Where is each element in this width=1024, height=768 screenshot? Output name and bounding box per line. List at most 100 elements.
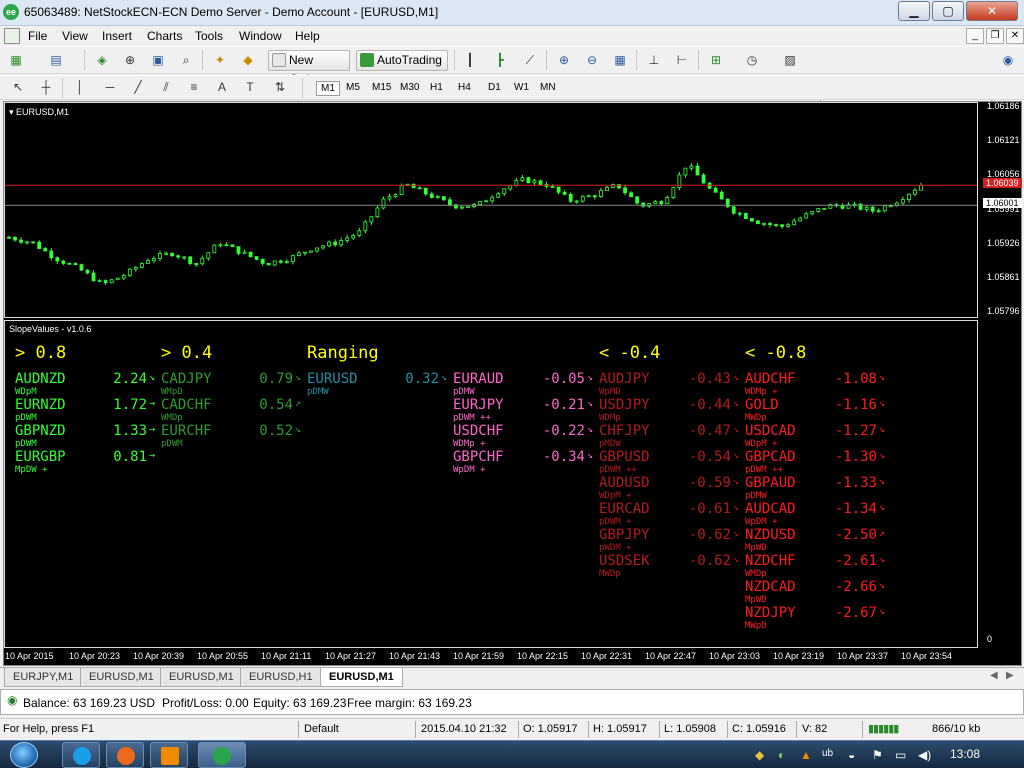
toolbar-separator: [302, 78, 303, 98]
tab-eurusd-m1-active[interactable]: EURUSD,M1: [320, 668, 403, 687]
candle-body: [756, 220, 760, 225]
equidistant-channel-icon[interactable]: ⫽: [156, 78, 176, 96]
close-button[interactable]: ✕: [966, 1, 1018, 21]
tile-windows-icon[interactable]: ▦: [610, 51, 630, 69]
community-icon[interactable]: ◉: [998, 51, 1018, 69]
vlc-task[interactable]: [150, 742, 188, 768]
text-label-icon[interactable]: T: [240, 78, 260, 96]
tray-icon-network[interactable]: ◐: [778, 748, 785, 762]
candle-body: [417, 187, 422, 190]
chart-shift-icon[interactable]: ⊢: [672, 51, 692, 69]
period-w1-button[interactable]: W1: [510, 81, 533, 94]
time-tick-label: 10 Apr 23:37: [837, 651, 889, 661]
tab-eurusd-m1[interactable]: EURUSD,M1: [80, 668, 163, 687]
tabs-scroll-left-icon[interactable]: ◀: [990, 670, 998, 681]
new-order-button[interactable]: New Order: [268, 50, 350, 86]
tray-icon-keyboard[interactable]: ub: [822, 748, 833, 759]
cursor-icon[interactable]: ↖: [8, 78, 28, 96]
indicators-icon[interactable]: ⊞: [706, 51, 726, 69]
crosshair-icon[interactable]: ┼: [36, 78, 56, 96]
market-watch-icon[interactable]: ◈: [92, 51, 112, 69]
signals-icon[interactable]: ◆: [238, 51, 258, 69]
period-h1-button[interactable]: H1: [426, 81, 447, 94]
templates-icon[interactable]: ▨: [780, 51, 800, 69]
candle-body: [357, 230, 362, 236]
zoom-out-icon[interactable]: ⊖: [582, 51, 602, 69]
tab-eurusd-m1-2[interactable]: EURUSD,M1: [160, 668, 243, 687]
candle-body: [321, 245, 325, 249]
profile-name[interactable]: Default: [304, 723, 339, 735]
horizontal-line-icon[interactable]: ─: [100, 78, 120, 96]
indicator-subwindow[interactable]: SlopeValues - v1.0.6 > 0.8 AUDNZD 2.24 ↘ WDp…: [4, 320, 978, 648]
firefox-task[interactable]: [106, 742, 144, 768]
terminal-icon[interactable]: ⌕: [176, 51, 196, 69]
taskbar-clock[interactable]: 13:08: [950, 747, 980, 761]
candle-body: [653, 201, 658, 204]
time-tick-label: 10 Apr 22:47: [645, 651, 697, 661]
slope-direction-icon: ↘: [733, 502, 740, 513]
start-button[interactable]: [10, 742, 38, 768]
auto-scroll-icon[interactable]: ⊥: [644, 51, 664, 69]
price-chart[interactable]: ▾ EURUSD,M1: [4, 102, 978, 318]
maximize-button[interactable]: ▢: [932, 1, 964, 21]
trendline-icon[interactable]: ╱: [128, 78, 148, 96]
fibonacci-icon[interactable]: ≡: [184, 78, 204, 96]
time-axis: 10 Apr 2015 10 Apr 20:23 10 Apr 20:39 10 Ap…: [4, 648, 978, 666]
period-m5-button[interactable]: M5: [342, 81, 364, 94]
menu-file[interactable]: File: [28, 29, 47, 43]
tab-eurjpy-m1[interactable]: EURJPY,M1: [4, 668, 83, 687]
candlestick-icon[interactable]: ┣: [490, 51, 510, 69]
period-m30-button[interactable]: M30: [396, 81, 423, 94]
autotrading-label: AutoTrading: [377, 53, 442, 67]
profiles-icon[interactable]: ▤: [46, 51, 66, 69]
arrows-icon[interactable]: ⇅: [270, 78, 290, 96]
vertical-line-icon[interactable]: │: [70, 78, 90, 96]
period-mn-button[interactable]: MN: [536, 81, 560, 94]
menu-tools[interactable]: Tools: [195, 29, 223, 43]
period-d1-button[interactable]: D1: [484, 81, 505, 94]
status-open: O: 1.05917: [523, 723, 578, 735]
bar-chart-icon[interactable]: ┃: [460, 51, 480, 69]
slope-timeframe-code: WMpD: [161, 387, 183, 397]
period-h4-button[interactable]: H4: [454, 81, 475, 94]
data-window-icon[interactable]: ⊕: [120, 51, 140, 69]
tray-icon-warning[interactable]: ◆: [755, 748, 764, 762]
line-chart-icon[interactable]: ⟋: [520, 51, 540, 69]
market-icon[interactable]: ✦: [210, 51, 230, 69]
new-chart-icon[interactable]: ▦: [6, 51, 26, 69]
slope-symbol: CHFJPY: [599, 423, 650, 439]
tray-icon-volume[interactable]: ◀): [918, 748, 931, 762]
mdi-restore-button[interactable]: ❐: [986, 28, 1004, 44]
autotrading-button[interactable]: AutoTrading: [356, 50, 448, 71]
text-icon[interactable]: A: [212, 78, 232, 96]
menu-charts[interactable]: Charts: [147, 29, 182, 43]
mdi-minimize-button[interactable]: _: [966, 28, 984, 44]
menu-window[interactable]: Window: [239, 29, 282, 43]
menu-help[interactable]: Help: [295, 29, 320, 43]
tray-icon-monitor[interactable]: ▭: [895, 748, 906, 762]
tray-icon-flag[interactable]: ⚑: [872, 748, 883, 762]
mdi-close-button[interactable]: ✕: [1006, 28, 1024, 44]
minimize-button[interactable]: ▁: [898, 1, 930, 21]
slope-timeframe-code: MpDW +: [15, 465, 48, 475]
metatrader-task[interactable]: [198, 742, 246, 768]
tray-icon-vlc[interactable]: ▲: [800, 748, 812, 762]
period-m15-button[interactable]: M15: [368, 81, 395, 94]
slope-direction-icon: ↘: [879, 580, 886, 591]
slope-symbol: EURNZD: [15, 397, 66, 413]
tabs-scroll-right-icon[interactable]: ▶: [1006, 670, 1014, 681]
chart-window[interactable]: ▾ EURUSD,M1 SlopeValues - v1.0.6 > 0.8 AU…: [3, 101, 1022, 666]
period-m1-button[interactable]: M1: [316, 81, 340, 96]
periods-icon[interactable]: ◷: [742, 51, 762, 69]
status-bar: For Help, press F1 Default 2015.04.10 21…: [0, 718, 1024, 740]
candle-body: [170, 252, 174, 257]
candle-body: [315, 247, 319, 252]
tray-icon-shield[interactable]: ◒: [848, 748, 855, 762]
tab-eurusd-h1[interactable]: EURUSD,H1: [240, 668, 322, 687]
slope-symbol: GBPUSD: [599, 449, 650, 465]
navigator-icon[interactable]: ▣: [148, 51, 168, 69]
menu-view[interactable]: View: [62, 29, 88, 43]
skype-task[interactable]: [62, 742, 100, 768]
zoom-in-icon[interactable]: ⊕: [554, 51, 574, 69]
menu-insert[interactable]: Insert: [102, 29, 132, 43]
